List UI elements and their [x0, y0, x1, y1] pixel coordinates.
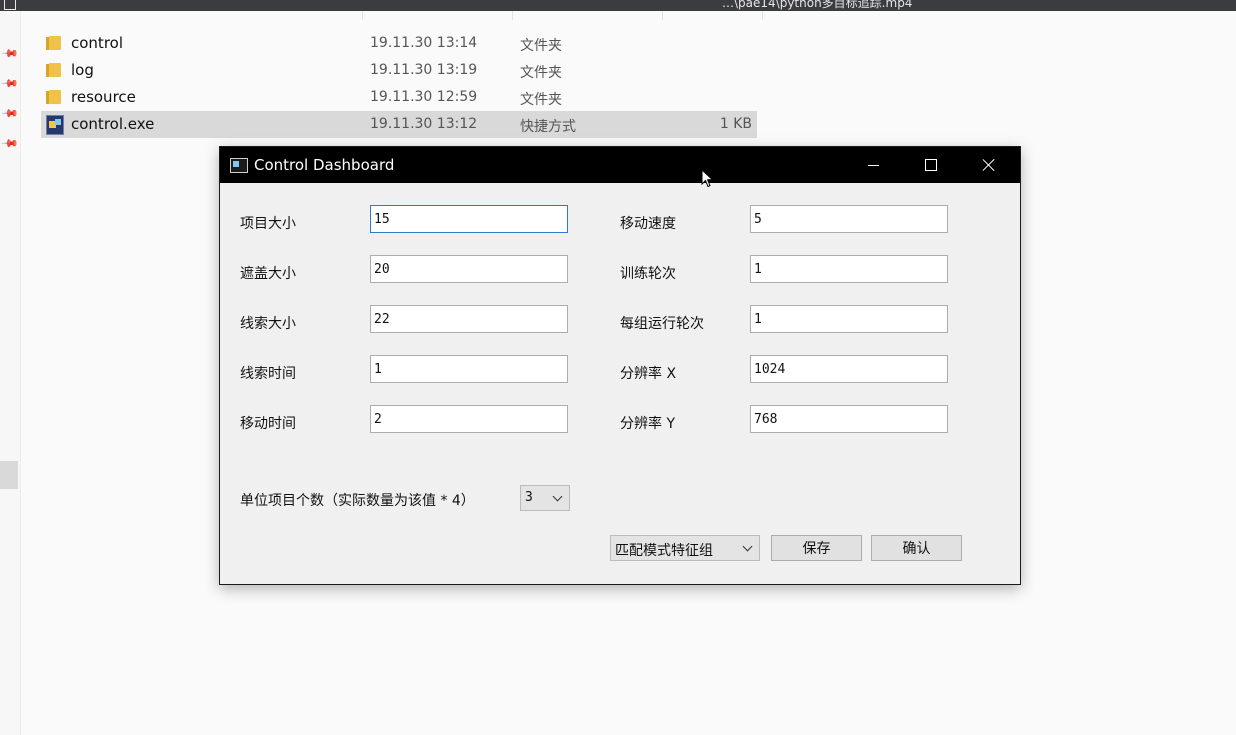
close-button[interactable] — [960, 147, 1018, 183]
training-rounds-label: 训练轮次 — [620, 266, 676, 282]
move-time-label: 移动时间 — [240, 416, 296, 432]
file-date: 19.11.30 13:12 — [370, 116, 478, 132]
column-divider[interactable] — [662, 11, 663, 20]
maximize-button[interactable] — [902, 147, 960, 183]
explorer-window-title: …\pae14\python多目标追踪.mp4 — [722, 0, 913, 10]
move-speed-input[interactable] — [750, 205, 948, 233]
resolution-y-label: 分辨率 Y — [620, 416, 676, 432]
nav-scroll-block[interactable] — [0, 461, 18, 489]
column-divider[interactable] — [762, 11, 763, 20]
mouse-cursor-icon — [701, 169, 714, 188]
cue-size-input[interactable] — [370, 305, 568, 333]
file-date: 19.11.30 12:59 — [370, 89, 478, 105]
file-name: resource — [71, 88, 136, 106]
file-row-selected[interactable]: control.exe 19.11.30 13:12 快捷方式 1 KB — [41, 111, 757, 138]
move-time-input[interactable] — [370, 405, 568, 433]
folder-icon — [46, 63, 61, 77]
file-date: 19.11.30 13:14 — [370, 35, 478, 51]
dialog-title-bar[interactable]: Control Dashboard — [220, 147, 1020, 183]
pin-icon[interactable]: 📌 — [0, 134, 19, 153]
unit-count-value: 3 — [525, 490, 533, 505]
app-icon — [230, 158, 248, 173]
chevron-down-icon — [742, 541, 753, 552]
chevron-down-icon — [552, 491, 563, 502]
move-speed-label: 移动速度 — [620, 216, 676, 232]
navigation-pane: 📌 📌 📌 📌 — [0, 11, 21, 735]
file-type: 文件夹 — [520, 92, 562, 108]
pin-icon[interactable]: 📌 — [0, 44, 19, 63]
window-icon — [4, 0, 16, 10]
control-dashboard-window: Control Dashboard 项目大小 遮盖大小 线索大小 线索时间 移动… — [219, 146, 1021, 585]
confirm-button[interactable]: 确认 — [871, 535, 962, 561]
column-divider[interactable] — [362, 11, 363, 20]
file-name: control — [71, 34, 123, 52]
minimize-button[interactable] — [844, 147, 902, 183]
file-date: 19.11.30 13:19 — [370, 62, 478, 78]
folder-icon — [46, 90, 61, 104]
file-row[interactable]: resource 19.11.30 12:59 文件夹 — [41, 84, 757, 111]
mask-size-input[interactable] — [370, 255, 568, 283]
folder-icon — [46, 36, 61, 50]
file-size: 1 KB — [719, 116, 752, 132]
resolution-x-input[interactable] — [750, 355, 948, 383]
item-size-label: 项目大小 — [240, 216, 296, 232]
match-mode-select[interactable]: 匹配模式特征组 — [610, 535, 760, 561]
rounds-per-group-label: 每组运行轮次 — [620, 316, 704, 332]
match-mode-value: 匹配模式特征组 — [615, 543, 713, 559]
resolution-y-input[interactable] — [750, 405, 948, 433]
file-row[interactable]: control 19.11.30 13:14 文件夹 — [41, 30, 757, 57]
mask-size-label: 遮盖大小 — [240, 266, 296, 282]
rounds-per-group-input[interactable] — [750, 305, 948, 333]
resolution-x-label: 分辨率 X — [620, 366, 677, 382]
minimize-icon — [867, 164, 879, 166]
file-name: control.exe — [71, 115, 155, 133]
pin-icon[interactable]: 📌 — [0, 74, 19, 93]
explorer-title-bar: …\pae14\python多目标追踪.mp4 — [0, 0, 1236, 11]
close-icon — [982, 158, 996, 172]
file-row[interactable]: log 19.11.30 13:19 文件夹 — [41, 57, 757, 84]
column-divider[interactable] — [512, 11, 513, 20]
file-name: log — [71, 61, 94, 79]
file-type: 快捷方式 — [520, 119, 576, 135]
dialog-title: Control Dashboard — [254, 156, 395, 174]
maximize-icon — [925, 159, 937, 171]
cue-size-label: 线索大小 — [240, 316, 296, 332]
pin-icon[interactable]: 📌 — [0, 104, 19, 123]
save-button[interactable]: 保存 — [771, 535, 862, 561]
unit-count-select[interactable]: 3 — [520, 485, 570, 511]
training-rounds-input[interactable] — [750, 255, 948, 283]
cue-time-input[interactable] — [370, 355, 568, 383]
cue-time-label: 线索时间 — [240, 366, 296, 382]
exe-icon — [46, 115, 64, 135]
unit-count-label: 单位项目个数（实际数量为该值 * 4） — [240, 493, 475, 509]
file-type: 文件夹 — [520, 65, 562, 81]
file-type: 文件夹 — [520, 38, 562, 54]
item-size-input[interactable] — [370, 205, 568, 233]
